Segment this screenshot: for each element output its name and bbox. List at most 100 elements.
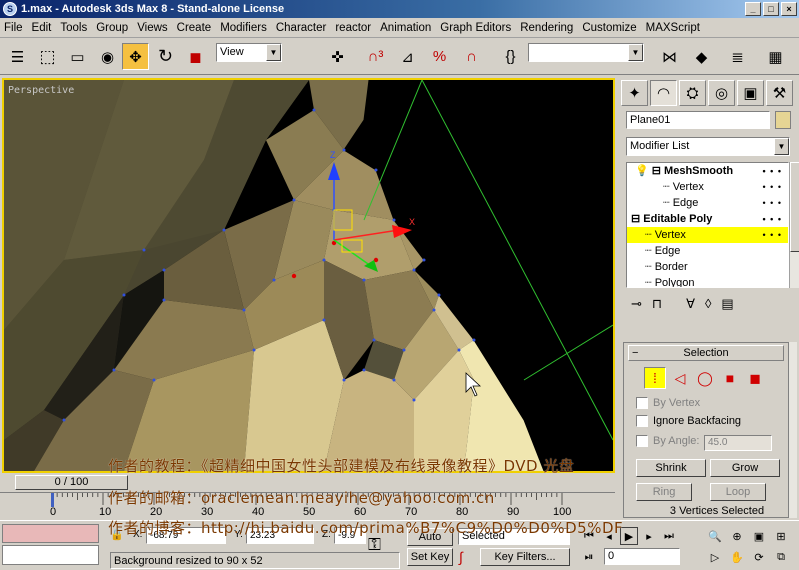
stack-item-editable-poly[interactable]: ⊟ Editable Poly • • •	[627, 211, 788, 227]
menu-maxscript[interactable]: MAXScript	[646, 22, 700, 34]
border-level-icon[interactable]: ◯	[694, 367, 716, 389]
select-move-icon[interactable]: ✥	[122, 43, 149, 70]
ignore-backfacing-checkbox[interactable]: Ignore Backfacing	[636, 415, 741, 427]
named-selection-set-dropdown[interactable]: ▼	[528, 43, 644, 62]
edge-level-icon[interactable]: ◁	[669, 367, 691, 389]
hierarchy-tab-icon[interactable]: ⛭	[679, 80, 706, 106]
element-level-icon[interactable]: ◼	[744, 367, 766, 389]
stack-dots-icon: • • •	[762, 198, 782, 208]
menu-reactor[interactable]: reactor	[335, 22, 371, 34]
curve-editor-icon[interactable]: ▦	[762, 43, 789, 70]
display-tab-icon[interactable]: ▣	[737, 80, 764, 106]
default-tangent-icon[interactable]: ∫	[459, 549, 463, 565]
menu-create[interactable]: Create	[177, 22, 212, 34]
stack-item-border[interactable]: ┈ Border	[627, 259, 788, 275]
set-key-button[interactable]: Set Key	[407, 548, 453, 566]
align-icon[interactable]: ◆	[688, 43, 715, 70]
minimize-button[interactable]: _	[745, 2, 761, 16]
vertex-level-icon[interactable]: ⁞	[644, 367, 666, 389]
field-of-view-icon[interactable]: ▷	[706, 548, 724, 566]
by-angle-checkbox[interactable]: By Angle:	[636, 435, 699, 447]
edit-named-sel-icon[interactable]: {}	[497, 43, 524, 70]
menu-file[interactable]: File	[4, 22, 23, 34]
menu-graph-editors[interactable]: Graph Editors	[440, 22, 511, 34]
stack-item-vertex[interactable]: ┈ Vertex • • •	[627, 227, 788, 243]
next-frame-icon[interactable]: ▸	[640, 527, 658, 545]
loop-button[interactable]: Loop	[710, 483, 766, 501]
current-frame-marker[interactable]	[51, 493, 54, 507]
current-frame-field[interactable]: 0	[604, 548, 680, 565]
modifier-stack[interactable]: 💡 ⊟ MeshSmooth • • • ┈ Vertex • • • ┈ Edge…	[626, 162, 789, 288]
menu-edit[interactable]: Edit	[32, 22, 52, 34]
spinner-snap-icon[interactable]: ∩	[458, 43, 485, 70]
lightbulb-icon[interactable]: 💡	[635, 165, 649, 177]
pin-stack-icon[interactable]: ⊸	[631, 296, 642, 316]
layer-manager-icon[interactable]: ≣	[724, 43, 751, 70]
selection-rollout-header[interactable]: − Selection	[628, 345, 784, 361]
close-button[interactable]: ×	[781, 2, 797, 16]
create-tab-icon[interactable]: ✦	[621, 80, 648, 106]
region-select-icon[interactable]: ▭	[64, 43, 91, 70]
zoom-icon[interactable]: 🔍	[706, 527, 724, 545]
maxscript-listener[interactable]	[2, 524, 99, 543]
scroll-thumb[interactable]	[790, 162, 799, 252]
show-end-result-icon[interactable]: ⊓	[652, 296, 662, 316]
motion-tab-icon[interactable]: ◎	[708, 80, 735, 106]
key-mode-toggle-icon[interactable]: ⏯	[580, 548, 598, 566]
pivot-center-icon[interactable]: ✜	[324, 43, 351, 70]
utilities-tab-icon[interactable]: ⚒	[766, 80, 793, 106]
modifier-list-dropdown[interactable]: Modifier List ▼	[626, 137, 790, 156]
stack-item-polygon[interactable]: ┈ Polygon	[627, 275, 788, 287]
perspective-viewport[interactable]: Z X Perspective	[2, 78, 615, 473]
configure-sets-icon[interactable]: ▤	[721, 296, 733, 316]
panel-scrollbar[interactable]	[789, 342, 797, 518]
menu-tools[interactable]: Tools	[60, 22, 87, 34]
stack-item-meshsmooth[interactable]: 💡 ⊟ MeshSmooth • • •	[627, 163, 788, 179]
key-icon[interactable]: ⚿	[368, 535, 381, 555]
maximize-button[interactable]: □	[763, 2, 779, 16]
zoom-extents-all-icon[interactable]: ⊞	[772, 527, 790, 545]
arc-rotate-icon[interactable]: ⟳	[750, 548, 768, 566]
stack-item-meshsmooth-vertex[interactable]: ┈ Vertex • • •	[627, 179, 788, 195]
by-vertex-checkbox[interactable]: By Vertex	[636, 397, 700, 409]
menu-views[interactable]: Views	[137, 22, 167, 34]
menu-character[interactable]: Character	[276, 22, 327, 34]
mirror-icon[interactable]: ⋈	[656, 43, 683, 70]
polygon-level-icon[interactable]: ■	[719, 367, 741, 389]
object-color-swatch[interactable]	[775, 111, 791, 129]
select-rotate-icon[interactable]: ↻	[152, 43, 179, 70]
menu-animation[interactable]: Animation	[380, 22, 431, 34]
select-scale-icon[interactable]: ◼	[182, 43, 209, 70]
ref-coord-dropdown[interactable]: View ▼	[216, 43, 282, 62]
key-filters-button[interactable]: Key Filters...	[480, 548, 570, 566]
maximize-viewport-icon[interactable]: ⧉	[772, 548, 790, 566]
go-to-end-icon[interactable]: ⏭	[660, 527, 678, 545]
object-name-field[interactable]: Plane01	[626, 111, 770, 129]
zoom-extents-icon[interactable]: ▣	[750, 527, 768, 545]
percent-snap-icon[interactable]: %	[426, 43, 453, 70]
zoom-all-icon[interactable]: ⊕	[728, 527, 746, 545]
stack-item-edge[interactable]: ┈ Edge	[627, 243, 788, 259]
snap-toggle-icon[interactable]: ∩³	[362, 43, 389, 70]
select-object-icon[interactable]: ⬚	[34, 43, 61, 70]
modify-tab-icon[interactable]: ◠	[650, 80, 677, 106]
make-unique-icon[interactable]: ∀	[686, 296, 695, 316]
remove-modifier-icon[interactable]: ◊	[705, 296, 711, 316]
menu-rendering[interactable]: Rendering	[520, 22, 573, 34]
window-crossing-icon[interactable]: ◉	[94, 43, 121, 70]
shrink-button[interactable]: Shrink	[636, 459, 706, 477]
maxscript-output[interactable]	[2, 545, 99, 565]
ring-button[interactable]: Ring	[636, 483, 692, 501]
menu-group[interactable]: Group	[96, 22, 128, 34]
pan-icon[interactable]: ✋	[728, 548, 746, 566]
grow-button[interactable]: Grow	[710, 459, 780, 477]
angle-spinner[interactable]: 45.0	[704, 435, 772, 451]
stack-item-meshsmooth-edge[interactable]: ┈ Edge • • •	[627, 195, 788, 211]
stack-scrollbar[interactable]	[789, 162, 799, 288]
app-icon[interactable]: S	[3, 2, 17, 16]
select-by-name-icon[interactable]: ☰	[4, 43, 31, 70]
menu-modifiers[interactable]: Modifiers	[220, 22, 267, 34]
viewport-label[interactable]: Perspective	[8, 85, 74, 96]
menu-customize[interactable]: Customize	[582, 22, 636, 34]
angle-snap-icon[interactable]: ⊿	[394, 43, 421, 70]
